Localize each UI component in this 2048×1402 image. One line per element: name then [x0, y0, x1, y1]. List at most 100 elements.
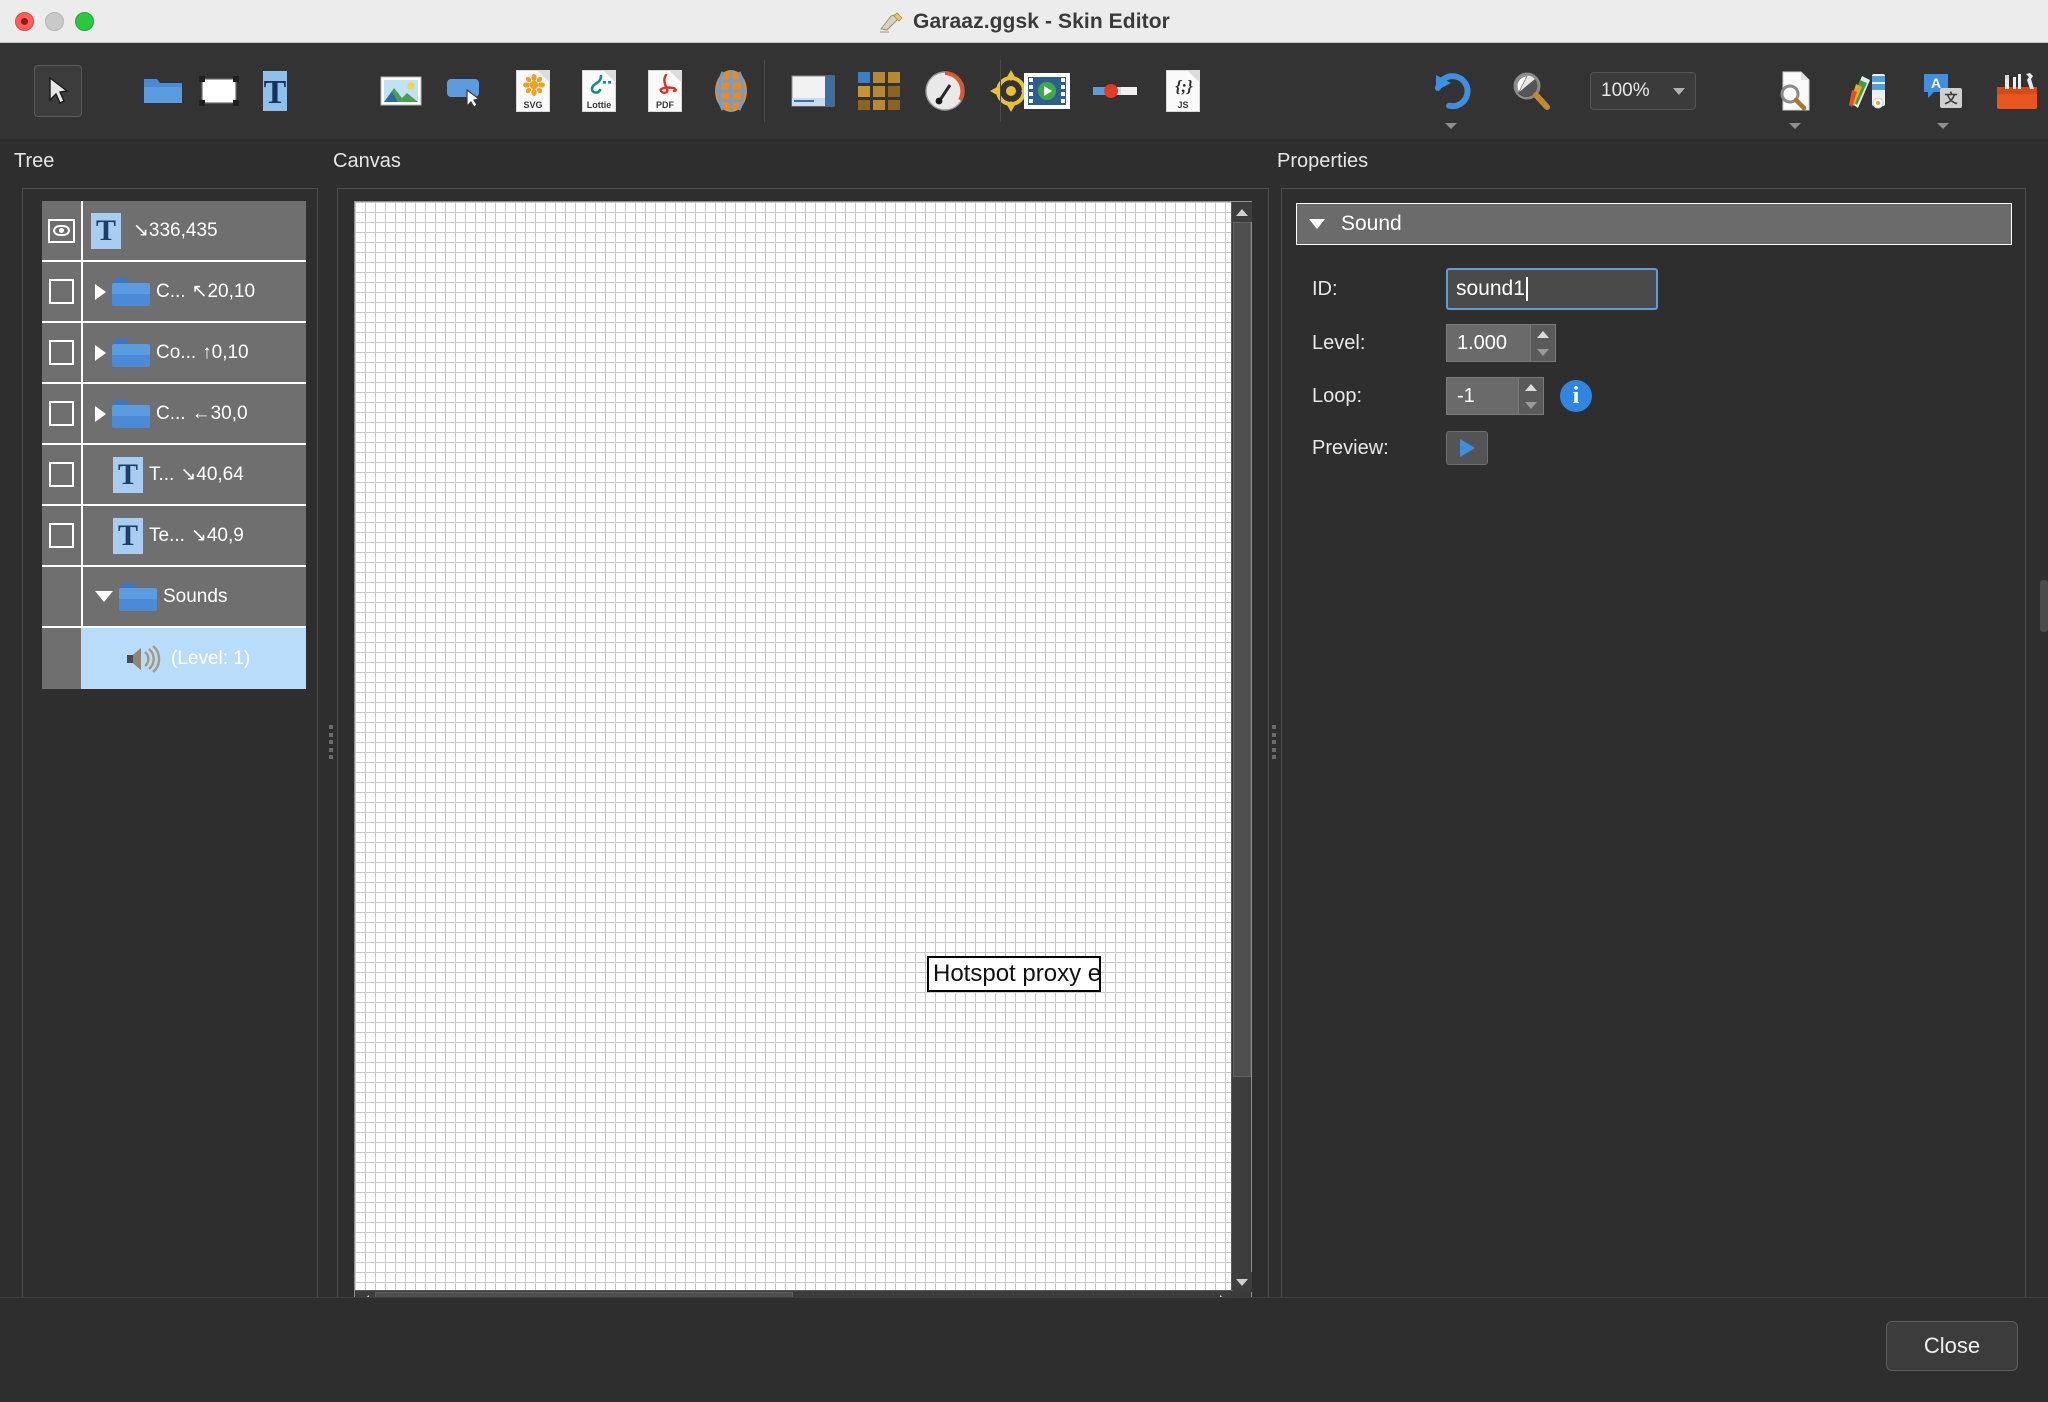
tree-row[interactable]: Sounds: [42, 567, 306, 628]
folder-item-icon: [112, 399, 150, 428]
chevron-right-icon[interactable]: [95, 405, 106, 422]
text-icon[interactable]: T: [252, 68, 298, 114]
tree-row[interactable]: C... ←30,0: [42, 384, 306, 445]
js-file-icon[interactable]: {;} JS: [1160, 68, 1206, 114]
lottie-file-label: Lottie: [586, 100, 612, 110]
slider-icon[interactable]: [1092, 68, 1138, 114]
document-search-icon[interactable]: [1772, 68, 1818, 129]
checkbox-icon[interactable]: [49, 523, 74, 548]
app-logo-icon: [878, 10, 904, 34]
canvas-viewport[interactable]: Hotspot proxy e: [354, 201, 1252, 1311]
window-layout-icon[interactable]: [790, 68, 836, 114]
level-stepper[interactable]: 1.000: [1446, 324, 1556, 362]
loop-spin-buttons[interactable]: [1518, 377, 1544, 415]
tree-row[interactable]: T Te... ↘40,9: [42, 506, 306, 567]
text-item-icon: T: [113, 517, 143, 554]
chevron-down-icon[interactable]: [1309, 219, 1325, 229]
chevron-down-icon[interactable]: [1789, 123, 1801, 129]
checkbox-icon[interactable]: [49, 340, 74, 365]
text-caret: [1525, 277, 1528, 301]
window-title: Garaaz.ggsk - Skin Editor: [913, 9, 1170, 33]
visibility-toggle[interactable]: [42, 262, 83, 321]
tree-row[interactable]: C... ↖20,10: [42, 262, 306, 323]
minimize-window-button[interactable]: [45, 11, 64, 31]
zoom-level-select[interactable]: 100%: [1590, 72, 1696, 110]
loop-spin-down[interactable]: [1519, 396, 1543, 414]
visibility-toggle[interactable]: [42, 506, 83, 565]
video-player-icon[interactable]: [1024, 68, 1070, 114]
chevron-right-icon[interactable]: [95, 344, 106, 361]
id-input[interactable]: sound1: [1446, 268, 1658, 310]
chevron-right-icon[interactable]: [95, 283, 106, 300]
property-row-level: Level: 1.000: [1296, 321, 1556, 365]
canvas-grid[interactable]: Hotspot proxy e: [355, 202, 1233, 1292]
level-spin-up[interactable]: [1531, 325, 1555, 343]
folder-icon[interactable]: [140, 68, 186, 114]
visibility-toggle[interactable]: [42, 323, 83, 382]
scroll-down-button[interactable]: [1232, 1272, 1252, 1292]
tree-panel: T ↘336,435 C... ↖20,10 Co... ↑0,10 C... …: [22, 188, 318, 1322]
sound-section-header[interactable]: Sound: [1296, 203, 2012, 245]
svg-text:A: A: [1931, 75, 1941, 91]
globe-icon[interactable]: [708, 68, 754, 114]
toolbar-separator-1: [764, 60, 765, 122]
svg-file-icon[interactable]: SVG: [510, 68, 556, 114]
maximize-window-button[interactable]: [75, 11, 94, 31]
chevron-down-icon[interactable]: [1445, 123, 1457, 129]
color-palette-icon[interactable]: [1846, 68, 1892, 114]
button-icon[interactable]: [444, 68, 490, 114]
scroll-up-button[interactable]: [1232, 202, 1252, 222]
checkbox-icon[interactable]: [49, 401, 74, 426]
sound-section-title: Sound: [1341, 212, 1402, 235]
svg-text:{;}: {;}: [1175, 77, 1193, 96]
chevron-down-icon[interactable]: [1937, 123, 1949, 129]
close-button-label: Close: [1923, 1333, 1981, 1358]
preview-play-button[interactable]: [1446, 431, 1488, 465]
rectangle-icon[interactable]: [196, 68, 242, 114]
speaker-icon: [125, 644, 165, 673]
toolbox-icon[interactable]: [1994, 68, 2040, 114]
pdf-file-icon[interactable]: PDF: [642, 68, 688, 114]
vscroll-thumb[interactable]: [1233, 222, 1251, 1077]
undo-icon[interactable]: [1428, 68, 1474, 129]
level-spin-down[interactable]: [1531, 343, 1555, 361]
translate-icon[interactable]: A 文: [1920, 68, 1966, 129]
zoom-tool-icon[interactable]: [1508, 68, 1554, 114]
tree-row[interactable]: T ↘336,435: [42, 201, 306, 262]
loop-spin-up[interactable]: [1519, 378, 1543, 396]
visibility-toggle[interactable]: [42, 445, 83, 504]
visibility-toggle[interactable]: [42, 201, 83, 260]
info-icon[interactable]: i: [1560, 380, 1592, 412]
tree-item-coords: ↑0,10: [202, 341, 249, 363]
folder-item-icon: [112, 338, 150, 367]
pointer-arrow-icon[interactable]: [34, 65, 82, 117]
main-toolbar: T SVG Lottie PDF {;} JS 100% A 文: [0, 43, 2048, 139]
loop-input-value[interactable]: -1: [1446, 377, 1518, 415]
tree-item-label: Sounds: [163, 585, 228, 607]
thumbnail-grid-icon[interactable]: [856, 68, 902, 114]
tree-list: T ↘336,435 C... ↖20,10 Co... ↑0,10 C... …: [42, 201, 306, 689]
tree-row[interactable]: T T... ↘40,64: [42, 445, 306, 506]
close-button[interactable]: Close: [1886, 1321, 2018, 1371]
tree-canvas-splitter[interactable]: [326, 725, 336, 759]
chevron-down-icon[interactable]: [95, 591, 113, 602]
window-edge-scrollbar[interactable]: [2040, 580, 2048, 632]
eye-icon[interactable]: [48, 218, 75, 243]
id-input-value: sound1: [1456, 277, 1525, 300]
level-input-value[interactable]: 1.000: [1446, 324, 1530, 362]
tree-row[interactable]: (Level: 1): [42, 628, 306, 689]
checkbox-icon[interactable]: [49, 462, 74, 487]
close-window-button[interactable]: [15, 11, 34, 31]
canvas-properties-splitter[interactable]: [1269, 725, 1279, 759]
visibility-toggle[interactable]: [42, 384, 83, 443]
title-center: Garaaz.ggsk - Skin Editor: [0, 0, 2048, 43]
image-icon[interactable]: [378, 68, 424, 114]
loop-stepper[interactable]: -1: [1446, 377, 1544, 415]
lottie-file-icon[interactable]: Lottie: [576, 68, 622, 114]
level-spin-buttons[interactable]: [1530, 324, 1556, 362]
canvas-vscrollbar[interactable]: [1231, 202, 1252, 1292]
hotspot-proxy-element[interactable]: Hotspot proxy e: [927, 956, 1101, 992]
checkbox-icon[interactable]: [49, 279, 74, 304]
tree-row[interactable]: Co... ↑0,10: [42, 323, 306, 384]
compass-gauge-icon[interactable]: [922, 68, 968, 114]
